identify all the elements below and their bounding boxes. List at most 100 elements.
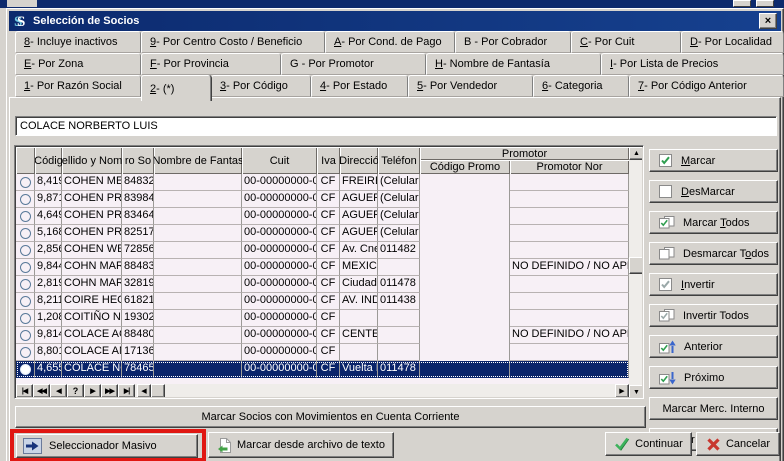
cell-selector	[16, 310, 35, 327]
tab-h-nombre-de-fantas-a[interactable]: H - Nombre de Fantasía	[426, 53, 601, 75]
header-cuit[interactable]: Cuit	[242, 147, 317, 174]
tab-i-por-lista-de-precios[interactable]: I - Por Lista de Precios	[601, 53, 784, 75]
vertical-scroll-thumb[interactable]	[629, 257, 642, 274]
header-promotor-nor[interactable]: Promotor Nor	[510, 160, 629, 174]
grid-header-row: Códigellido y Nomro SoNombre de FantasCu…	[16, 147, 629, 174]
cell-fantasia	[154, 293, 242, 310]
marcar-merc-interno-button[interactable]: Marcar Merc. Interno	[649, 397, 778, 420]
row-radio-icon[interactable]	[20, 364, 31, 375]
row-radio-icon[interactable]	[20, 211, 31, 222]
tab-b-por-cobrador[interactable]: B - Por Cobrador	[455, 31, 571, 53]
scroll-up-icon[interactable]: ▲	[629, 147, 642, 160]
header-ro-so[interactable]: ro So	[122, 147, 154, 174]
close-button[interactable]: ×	[759, 13, 777, 29]
row-radio-icon[interactable]	[20, 330, 31, 341]
row-radio-icon[interactable]	[20, 296, 31, 307]
marcar-desde-archivo-button[interactable]: Marcar desde archivo de texto	[208, 432, 394, 458]
row-radio-icon[interactable]	[20, 313, 31, 324]
header-selector[interactable]	[16, 147, 35, 174]
scroll-left-icon[interactable]: ◀	[137, 384, 151, 397]
nav-prev-button[interactable]: ◀	[50, 384, 67, 397]
checkbox-stack-gray-icon	[659, 309, 675, 322]
tab-7-por-c-digo-anterior[interactable]: 7 - Por Código Anterior	[629, 75, 784, 97]
invertir-todos-button[interactable]: Invertir Todos	[649, 304, 778, 327]
row-radio-icon[interactable]	[20, 194, 31, 205]
header-c-dig[interactable]: Códig	[35, 147, 62, 174]
tab-4-por-estado[interactable]: 4 - Por Estado	[311, 75, 408, 97]
horizontal-scrollbar[interactable]: ◀ ▶	[135, 384, 629, 397]
tab-e-por-zona[interactable]: E - Por Zona	[15, 53, 141, 75]
table-row[interactable]: 4,655COLACE NO7846500-00000000-0CFVuelta…	[16, 361, 629, 378]
tab-row-1: 8 - Incluye inactivos9 - Por Centro Cost…	[15, 31, 784, 53]
socio-search-input[interactable]	[15, 116, 777, 136]
tab-3-por-c-digo[interactable]: 3 - Por Código	[211, 75, 311, 97]
table-row[interactable]: 2,856COHEN WE7285600-00000000-0CFAv. Cne…	[16, 242, 629, 259]
tab-6-categoria[interactable]: 6 - Categoria	[533, 75, 629, 97]
table-row[interactable]: 8,801COLACE AN1713600-00000000-0CF	[16, 344, 629, 361]
row-radio-icon[interactable]	[20, 245, 31, 256]
background-window-titlebar	[0, 0, 784, 8]
cell-codigo-promo	[420, 225, 510, 242]
nav-fast-back-button[interactable]: ◀◀	[33, 384, 50, 397]
row-radio-icon[interactable]	[20, 347, 31, 358]
tab-2[interactable]: 2 - (*)	[141, 75, 211, 101]
anterior-button[interactable]: Anterior	[649, 335, 778, 358]
desmarcar-button[interactable]: DesMarcar	[649, 180, 778, 203]
tab-9-por-centro-costo-beneficio[interactable]: 9 - Por Centro Costo / Beneficio	[141, 31, 325, 53]
row-radio-icon[interactable]	[20, 279, 31, 290]
nav-next-button[interactable]: ▶	[84, 384, 101, 397]
background-maximize-button	[733, 0, 751, 7]
tab-c-por-cuit[interactable]: C - Por Cuit	[571, 31, 681, 53]
marcar-todos-button[interactable]: Marcar Todos	[649, 211, 778, 234]
dialog-titlebar: S S Selección de Socios ×	[9, 11, 781, 31]
table-row[interactable]: 5,168COHEN PR8251700-00000000-0CFAGUER(C…	[16, 225, 629, 242]
cell-codigo-promo	[420, 310, 510, 327]
table-row[interactable]: 9,814COLACE AG8848000-00000000-0CFCENTEN…	[16, 327, 629, 344]
table-row[interactable]: 2,819COHN MAR3281900-00000000-0CFCiudad0…	[16, 276, 629, 293]
header-nombre-de-fantas[interactable]: Nombre de Fantas	[154, 147, 242, 174]
continuar-button[interactable]: Continuar	[605, 432, 692, 456]
horizontal-scroll-thumb[interactable]	[151, 384, 165, 397]
header-ellido-y-nom[interactable]: ellido y Nom	[62, 147, 122, 174]
table-row[interactable]: 8,211COIRE HEC6182100-00000000-0CFAV. IN…	[16, 293, 629, 310]
table-row[interactable]: 1,208COITIÑO NI1930200-00000000-0CF	[16, 310, 629, 327]
nav-search-button[interactable]: ?	[67, 384, 84, 397]
scroll-down-icon[interactable]: ▼	[629, 385, 642, 397]
tab-g-por-promotor[interactable]: G - Por Promotor	[281, 53, 426, 75]
table-row[interactable]: 9,844COHN MAR8848300-00000000-0CFMEXICON…	[16, 259, 629, 276]
invertir-button[interactable]: Invertir	[649, 273, 778, 296]
header-direcci[interactable]: Direcció	[340, 147, 378, 174]
cell-direccion: Vuelta D	[340, 361, 378, 378]
cell-codigo: 8,801	[35, 344, 62, 361]
header-promotor-group[interactable]: PromotorCódigo PromoPromotor Nor	[420, 147, 629, 174]
tab-5-por-vendedor[interactable]: 5 - Por Vendedor	[408, 75, 533, 97]
cell-selector	[16, 361, 35, 378]
table-row[interactable]: 4,649COHEN PR8346400-00000000-0CFAGUER(C…	[16, 208, 629, 225]
button-label: Marcar Todos	[683, 217, 749, 229]
table-row[interactable]: 8,419COHEN ME8483200-00000000-0CFFREIRE(…	[16, 174, 629, 191]
proximo-button[interactable]: Próximo	[649, 366, 778, 389]
header-tel-fon[interactable]: Teléfon	[378, 147, 420, 174]
tab-1-por-raz-n-social[interactable]: 1 - Por Razón Social	[15, 75, 141, 97]
desmarcar-todos-button[interactable]: Desmarcar Todos	[649, 242, 778, 265]
cancelar-button[interactable]: Cancelar	[696, 432, 780, 456]
cell-apellido: COHN MAR	[62, 276, 122, 293]
row-radio-icon[interactable]	[20, 262, 31, 273]
tab-d-por-localidad[interactable]: D - Por Localidad	[681, 31, 784, 53]
seleccionador-masivo-button[interactable]: Seleccionador Masivo	[16, 434, 198, 458]
nav-last-button[interactable]: ▶|	[118, 384, 135, 397]
tab-f-por-provincia[interactable]: F - Por Provincia	[141, 53, 281, 75]
nav-fast-forward-button[interactable]: ▶▶	[101, 384, 118, 397]
scroll-right-icon[interactable]: ▶	[615, 384, 629, 397]
tab-a-por-cond-de-pago[interactable]: A - Por Cond. de Pago	[325, 31, 455, 53]
row-radio-icon[interactable]	[20, 228, 31, 239]
row-radio-icon[interactable]	[20, 177, 31, 188]
nav-first-button[interactable]: |◀	[16, 384, 33, 397]
marcar-button[interactable]: Marcar	[649, 149, 778, 172]
header-c-digo-promo[interactable]: Código Promo	[420, 160, 510, 174]
marcar-movimientos-button[interactable]: Marcar Socios con Movimientos en Cuenta …	[15, 406, 646, 428]
tab-8-incluye-inactivos[interactable]: 8 - Incluye inactivos	[15, 31, 141, 53]
vertical-scrollbar[interactable]: ▲ ▼	[629, 147, 642, 397]
table-row[interactable]: 9,871COHEN PR8398400-00000000-0CFAGUER(C…	[16, 191, 629, 208]
header-iva[interactable]: Iva	[317, 147, 340, 174]
